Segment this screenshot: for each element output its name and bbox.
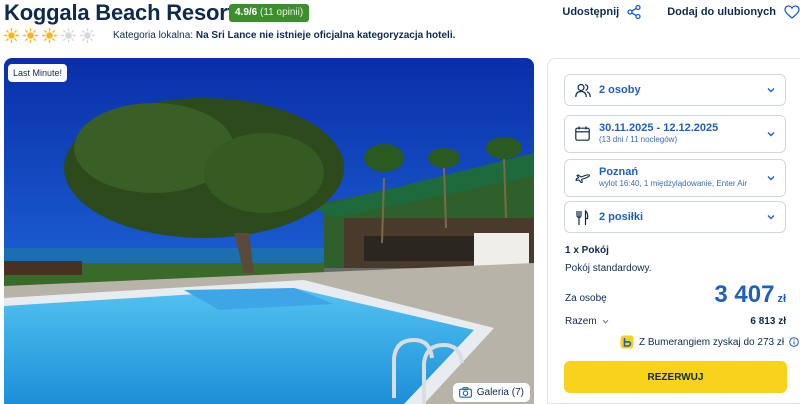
sun-empty-icon <box>61 28 76 43</box>
category-label: Kategoria lokalna: <box>113 30 194 41</box>
bumerang-text: Z Bumerangiem zyskaj do 273 zł <box>639 336 785 348</box>
favorite-button[interactable]: Dodaj do ulubionych <box>667 5 800 19</box>
currency-label: zł <box>777 293 786 305</box>
room-count: 1 x Pokój <box>565 245 609 256</box>
header-actions: Udostępnij Dodaj do ulubionych <box>562 5 800 19</box>
bumerang-info: Z Bumerangiem zyskaj do 273 zł <box>620 335 799 349</box>
gallery-label: Galeria (7) <box>476 387 524 398</box>
departure-select[interactable]: Poznań wylot 16:40, 1 międzylądowanie, E… <box>564 159 786 197</box>
share-button[interactable]: Udostępnij <box>562 5 641 19</box>
chevron-down-icon <box>767 132 775 137</box>
heart-icon <box>784 5 800 19</box>
last-minute-badge: Last Minute! <box>8 64 68 82</box>
reserve-button[interactable]: REZERWUJ <box>564 361 787 393</box>
chevron-down-icon <box>602 319 609 324</box>
total-label: Razem <box>565 316 597 327</box>
camera-icon <box>458 387 472 398</box>
room-type: Pokój standardowy. <box>565 263 652 274</box>
rating-score: 4.9/6 <box>235 7 258 18</box>
category-value: Na Sri Lance nie istnieje oficjalna kate… <box>195 30 456 41</box>
cutlery-icon <box>576 210 589 225</box>
local-category: Kategoria lokalna: Na Sri Lance nie istn… <box>113 30 455 41</box>
gallery-button[interactable]: Galeria (7) <box>452 383 530 402</box>
rating-reviews: (11 opinii) <box>260 7 304 18</box>
total-toggle[interactable]: Razem <box>565 316 609 327</box>
sun-filled-icon <box>23 28 38 43</box>
hotel-photo-scene <box>4 58 534 404</box>
plane-icon <box>575 174 590 184</box>
sun-empty-icon <box>80 28 95 43</box>
rating-badge[interactable]: 4.9/6 (11 opinii) <box>229 4 310 22</box>
chevron-down-icon <box>767 215 775 220</box>
calendar-icon <box>575 126 590 141</box>
departure-sub: wylot 16:40, 1 międzylądowanie, Enter Ai… <box>599 179 748 188</box>
total-value: 6 813 zł <box>750 316 786 327</box>
persons-value: 2 osoby <box>599 84 641 96</box>
meals-select[interactable]: 2 posiłki <box>564 201 786 233</box>
sun-filled-icon <box>4 28 19 43</box>
info-icon[interactable] <box>789 337 799 347</box>
chevron-down-icon <box>767 176 775 181</box>
hotel-photo[interactable]: Last Minute! Galeria (7) <box>4 58 534 404</box>
chevron-down-icon <box>767 88 775 93</box>
share-label: Udostępnij <box>562 6 620 18</box>
meals-value: 2 posiłki <box>599 211 644 223</box>
per-person-price: 3 407 zł <box>714 281 786 309</box>
persons-select[interactable]: 2 osoby <box>564 74 786 106</box>
per-person-label: Za osobę <box>565 293 607 304</box>
bumerang-icon <box>620 335 634 349</box>
dates-value: 30.11.2025 - 12.12.2025 <box>599 122 719 134</box>
per-person-amount: 3 407 <box>714 281 775 308</box>
favorite-label: Dodaj do ulubionych <box>667 6 776 18</box>
dates-select[interactable]: 30.11.2025 - 12.12.2025 (13 dni / 11 noc… <box>564 115 786 153</box>
users-icon <box>575 83 591 98</box>
departure-value: Poznań <box>599 166 639 178</box>
booking-panel: 2 osoby 30.11.2025 - 12.12.2025 (13 dni … <box>547 58 800 404</box>
hotel-title: Koggala Beach Resort <box>4 0 235 25</box>
sun-filled-icon <box>42 28 57 43</box>
dates-sub: (13 dni / 11 noclegów) <box>599 135 678 144</box>
share-icon <box>627 5 641 19</box>
sun-rating <box>4 28 95 43</box>
